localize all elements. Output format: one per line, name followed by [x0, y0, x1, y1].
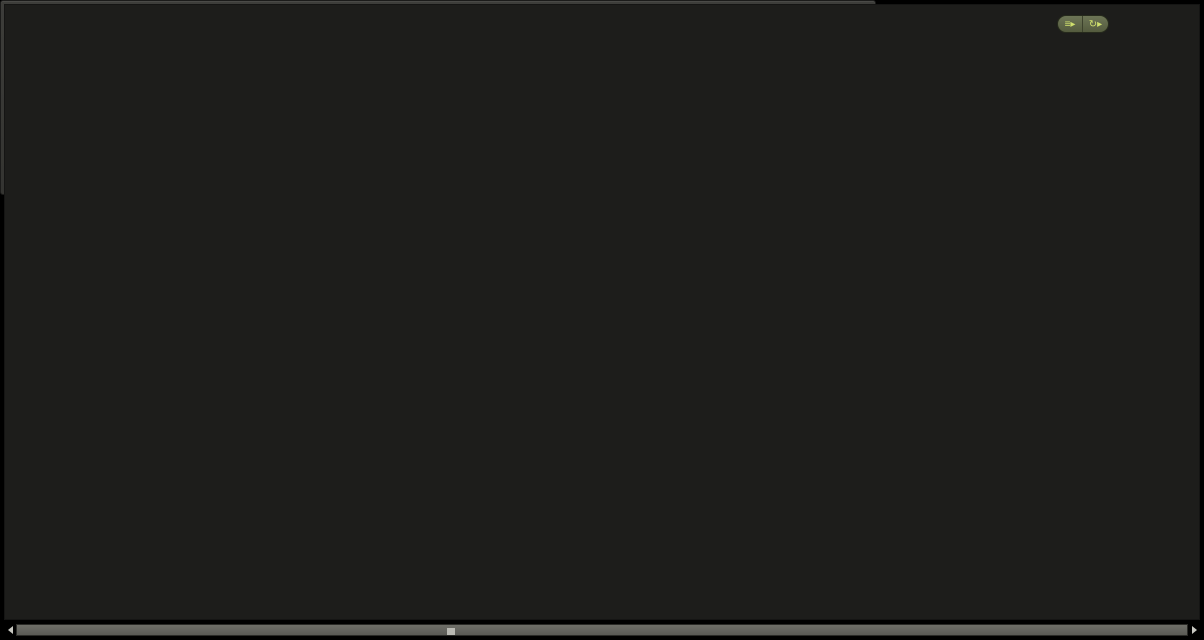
scroll-right-icon[interactable] [1188, 624, 1200, 636]
mix-workspace-canvas[interactable] [4, 4, 1200, 620]
playlist-options: ≡▸ ↻▸ [1057, 15, 1109, 33]
mix-horizontal-scrollbar[interactable] [4, 623, 1200, 637]
scrollbar-thumb[interactable] [447, 628, 455, 635]
playlist-reload-icon[interactable]: ↻▸ [1083, 16, 1108, 32]
scroll-left-icon[interactable] [4, 624, 16, 636]
scrollbar-trough[interactable] [16, 624, 1188, 636]
playlist-menu-icon[interactable]: ≡▸ [1058, 16, 1083, 32]
mix-workspace-panel [0, 0, 876, 195]
